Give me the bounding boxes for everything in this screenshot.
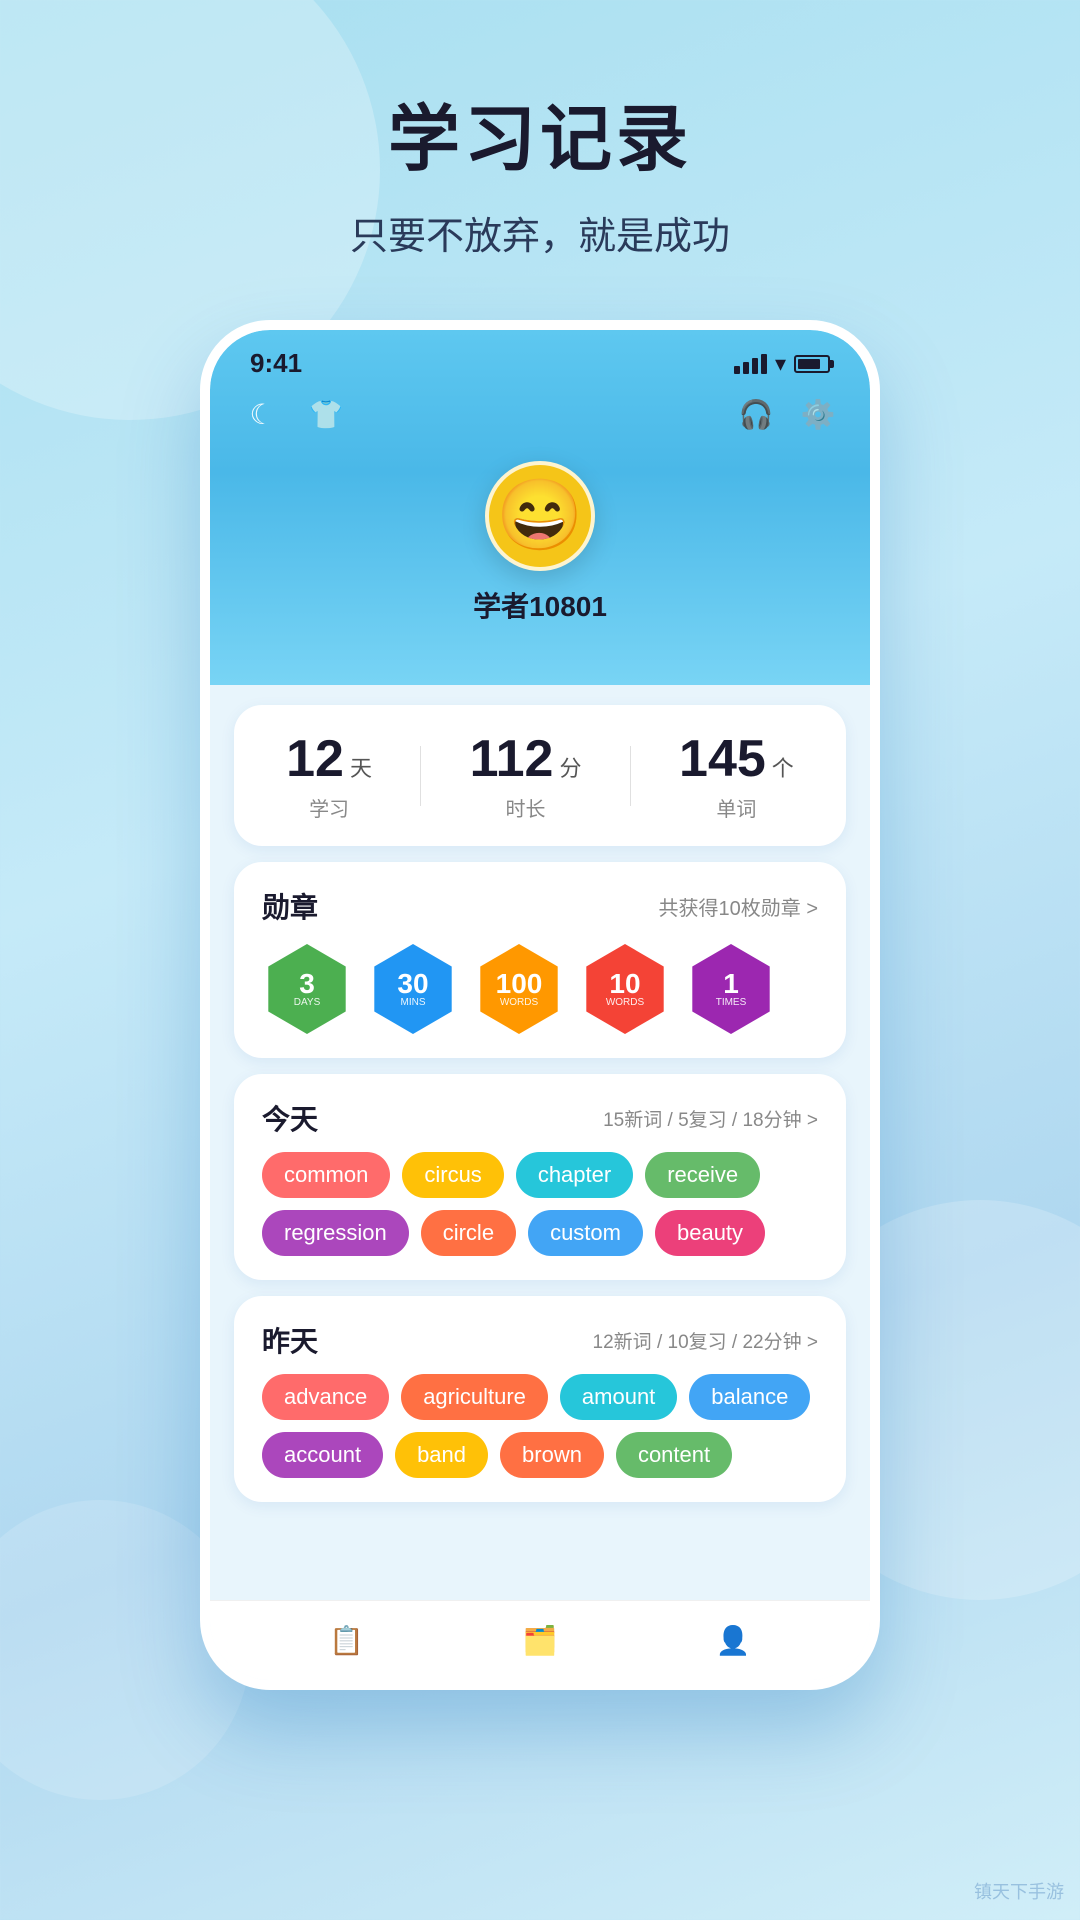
avatar-section: 😄 学者10801	[210, 451, 870, 655]
yesterday-card: 昨天 12新词 / 10复习 / 22分钟 > advance agricult…	[234, 1296, 846, 1502]
stat-words-unit: 个	[772, 751, 794, 783]
nav-tab-record[interactable]: 📋	[309, 1616, 384, 1665]
status-time: 9:41	[250, 348, 302, 379]
page-title: 学习记录	[0, 80, 1080, 185]
stat-minutes-value: 112	[470, 729, 554, 789]
phone-top-bg: 9:41 ▾ ☾ 👕 🎧	[210, 330, 870, 685]
word-regression[interactable]: regression	[262, 1210, 409, 1256]
stat-words-value: 145	[679, 729, 766, 789]
badges-header: 勋章 共获得10枚勋章 >	[262, 886, 818, 926]
word-circle[interactable]: circle	[421, 1210, 516, 1256]
word-brown[interactable]: brown	[500, 1432, 604, 1478]
yesterday-words: advance agriculture amount balance accou…	[262, 1374, 818, 1478]
word-agriculture[interactable]: agriculture	[401, 1374, 548, 1420]
stat-minutes: 112 分 时长	[470, 729, 582, 822]
word-chapter[interactable]: chapter	[516, 1152, 633, 1198]
stat-days-label: 学习	[309, 793, 349, 822]
phone-mockup: 9:41 ▾ ☾ 👕 🎧	[0, 320, 1080, 1690]
word-advance[interactable]: advance	[262, 1374, 389, 1420]
word-common[interactable]: common	[262, 1152, 390, 1198]
stat-words: 145 个 单词	[679, 729, 794, 822]
page-header: 学习记录 只要不放弃，就是成功	[0, 0, 1080, 260]
user-name: 学者10801	[473, 585, 607, 625]
wifi-icon: ▾	[775, 351, 786, 377]
badges-title: 勋章	[262, 886, 318, 926]
today-words: common circus chapter receive regression…	[262, 1152, 818, 1256]
signal-icon	[734, 354, 767, 374]
moon-icon[interactable]: ☾	[240, 392, 284, 436]
nav-left: ☾ 👕	[240, 392, 348, 436]
badge-10words: 10 WORDS	[580, 944, 670, 1034]
shirt-icon[interactable]: 👕	[304, 392, 348, 436]
today-header: 今天 15新词 / 5复习 / 18分钟 >	[262, 1098, 818, 1138]
app-topnav: ☾ 👕 🎧 ⚙️	[210, 384, 870, 451]
word-account[interactable]: account	[262, 1432, 383, 1478]
badge-30mins: 30 MINS	[368, 944, 458, 1034]
settings-icon[interactable]: ⚙️	[796, 392, 840, 436]
stat-words-label: 单词	[716, 793, 756, 822]
badges-row: 3 DAYS 30 MINS 100 WORDS 10 WORDS	[262, 944, 818, 1034]
watermark: 镇天下手游	[974, 1878, 1064, 1904]
word-circus[interactable]: circus	[402, 1152, 503, 1198]
battery-icon	[794, 355, 830, 373]
nav-right: 🎧 ⚙️	[734, 392, 840, 436]
headset-icon[interactable]: 🎧	[734, 392, 778, 436]
stat-days: 12 天 学习	[286, 729, 372, 822]
books-icon: 🗂️	[523, 1624, 558, 1657]
stat-divider-2	[630, 746, 631, 806]
badge-3days: 3 DAYS	[262, 944, 352, 1034]
nav-tab-profile[interactable]: 👤	[696, 1616, 771, 1665]
nav-tab-books[interactable]: 🗂️	[503, 1616, 578, 1665]
today-card: 今天 15新词 / 5复习 / 18分钟 > common circus cha…	[234, 1074, 846, 1280]
stat-divider-1	[420, 746, 421, 806]
status-icons: ▾	[734, 351, 830, 377]
profile-icon: 👤	[716, 1624, 751, 1657]
word-beauty[interactable]: beauty	[655, 1210, 765, 1256]
stats-card: 12 天 学习 112 分 时长 145 个	[234, 705, 846, 846]
yesterday-header: 昨天 12新词 / 10复习 / 22分钟 >	[262, 1320, 818, 1360]
badge-100words: 100 WORDS	[474, 944, 564, 1034]
stat-minutes-unit: 分	[559, 751, 581, 783]
badges-link[interactable]: 共获得10枚勋章 >	[659, 892, 818, 921]
phone-frame: 9:41 ▾ ☾ 👕 🎧	[200, 320, 880, 1690]
status-bar: 9:41 ▾	[210, 330, 870, 384]
bottom-nav: 📋 🗂️ 👤	[210, 1600, 870, 1680]
word-band[interactable]: band	[395, 1432, 488, 1478]
word-receive[interactable]: receive	[645, 1152, 760, 1198]
stat-minutes-label: 时长	[506, 793, 546, 822]
badges-card: 勋章 共获得10枚勋章 > 3 DAYS 30 MINS 100 WORDS	[234, 862, 846, 1058]
record-icon: 📋	[329, 1624, 364, 1657]
word-content[interactable]: content	[616, 1432, 732, 1478]
page-subtitle: 只要不放弃，就是成功	[0, 205, 1080, 260]
yesterday-meta[interactable]: 12新词 / 10复习 / 22分钟 >	[593, 1327, 818, 1354]
stat-days-unit: 天	[350, 751, 372, 783]
badge-1times: 1 TIMES	[686, 944, 776, 1034]
stat-days-value: 12	[286, 729, 344, 789]
avatar: 😄	[485, 461, 595, 571]
word-amount[interactable]: amount	[560, 1374, 677, 1420]
yesterday-title: 昨天	[262, 1320, 318, 1360]
word-custom[interactable]: custom	[528, 1210, 643, 1256]
phone-content: 12 天 学习 112 分 时长 145 个	[210, 685, 870, 1600]
today-meta[interactable]: 15新词 / 5复习 / 18分钟 >	[603, 1105, 818, 1132]
word-balance[interactable]: balance	[689, 1374, 810, 1420]
today-title: 今天	[262, 1098, 318, 1138]
